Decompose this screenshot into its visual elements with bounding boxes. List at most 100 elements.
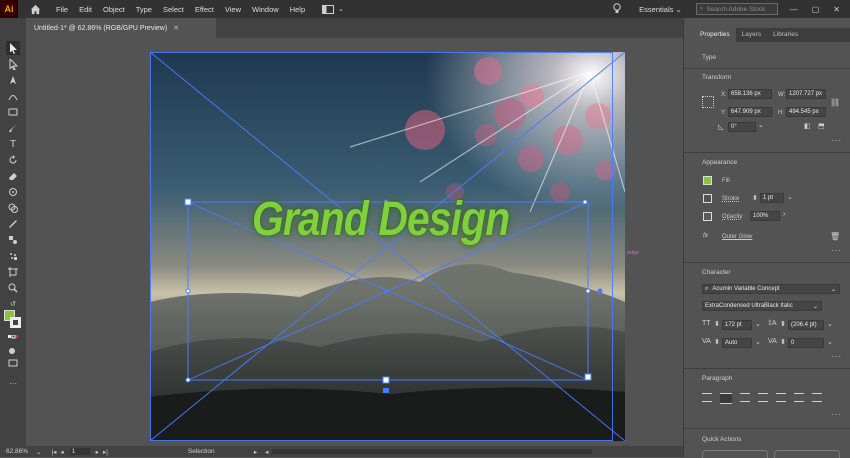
menu-window[interactable]: Window — [252, 5, 279, 14]
trash-icon[interactable]: 🗑 — [830, 232, 840, 241]
type-tool-icon[interactable]: T — [6, 137, 20, 151]
justify-right-icon[interactable] — [794, 393, 804, 402]
scroll-left-icon[interactable]: ◂ — [265, 448, 268, 456]
menu-object[interactable]: Object — [103, 5, 125, 14]
menu-edit[interactable]: Edit — [79, 5, 92, 14]
opacity-field[interactable]: 100% — [750, 211, 780, 221]
menu-type[interactable]: Type — [136, 5, 152, 14]
direct-selection-tool-icon[interactable] — [6, 57, 20, 71]
artboard-number[interactable]: 1 — [69, 448, 90, 455]
chevron-down-icon[interactable]: ⌄ — [758, 121, 764, 129]
kerning-field[interactable]: Auto — [722, 338, 752, 348]
stroke-color-swatch[interactable] — [703, 194, 712, 203]
menu-file[interactable]: File — [56, 5, 68, 14]
chevron-down-icon[interactable]: ⌄ — [755, 338, 761, 346]
next-artboard-icon[interactable]: ▸ — [96, 448, 99, 456]
align-center-icon[interactable] — [720, 393, 732, 404]
tracking-stepper-icon[interactable]: ⬍ — [780, 338, 786, 346]
menu-select[interactable]: Select — [163, 5, 184, 14]
stroke-stepper-icon[interactable]: ⬍ — [752, 194, 758, 202]
leading-field[interactable]: (206.4 pt) — [788, 320, 824, 330]
curvature-tool-icon[interactable] — [6, 89, 20, 103]
width-field[interactable]: 1207.727 px — [786, 89, 826, 99]
tab-libraries[interactable]: Libraries — [767, 28, 804, 42]
menu-effect[interactable]: Effect — [195, 5, 214, 14]
zoom-level[interactable]: 62.86% — [6, 448, 36, 455]
zoom-tool-icon[interactable] — [6, 281, 20, 295]
search-stock-field[interactable]: ⌕ Search Adobe Stock — [695, 3, 778, 15]
shape-builder-tool-icon[interactable] — [6, 201, 20, 215]
menu-view[interactable]: View — [225, 5, 241, 14]
prev-artboard-icon[interactable]: ◂ — [60, 448, 63, 456]
first-artboard-icon[interactable]: |◂ — [51, 448, 56, 456]
flip-vertical-icon[interactable]: ⬒ — [818, 122, 825, 130]
stroke-label[interactable]: Stroke — [722, 196, 739, 202]
chevron-down-icon[interactable]: ⌄ — [36, 448, 41, 456]
x-field[interactable]: 658.136 px — [728, 89, 772, 99]
chevron-down-icon[interactable]: ⌄ — [755, 320, 761, 328]
fill-color-swatch[interactable] — [703, 176, 712, 185]
swap-colors-icon[interactable]: ↺ — [6, 297, 20, 311]
height-field[interactable]: 494.545 px — [786, 107, 826, 117]
more-tools-icon[interactable]: ··· — [6, 376, 20, 390]
status-menu-icon[interactable]: ▸ — [254, 448, 257, 456]
lightbulb-icon[interactable] — [613, 2, 621, 16]
align-right-icon[interactable] — [740, 393, 750, 402]
justify-left-icon[interactable] — [758, 393, 768, 402]
workspace-switcher[interactable]: ⌄ — [322, 4, 344, 14]
horizontal-scrollbar[interactable] — [272, 449, 593, 454]
tracking-field[interactable]: 0 — [788, 338, 824, 348]
chevron-down-icon[interactable]: ⌄ — [787, 193, 793, 201]
justify-center-icon[interactable] — [776, 393, 786, 402]
font-size-stepper-icon[interactable]: ⬍ — [714, 320, 720, 328]
align-left-icon[interactable] — [702, 393, 712, 402]
stroke-swatch[interactable] — [10, 317, 21, 328]
artboard-tool-icon[interactable] — [6, 265, 20, 279]
tab-layers[interactable]: Layers — [736, 28, 768, 42]
rotate-angle-field[interactable]: 0° — [728, 122, 756, 132]
document-tab[interactable]: Untitled-1* @ 62.86% (RGB/GPU Preview) ✕ — [26, 18, 216, 38]
rotate-tool-icon[interactable] — [6, 153, 20, 167]
fill-stroke-swatches[interactable] — [3, 310, 23, 330]
more-options-icon[interactable]: ··· — [831, 246, 842, 255]
bottom-handle[interactable] — [383, 388, 389, 393]
maximize-icon[interactable]: ▢ — [812, 5, 820, 14]
text-threading-port[interactable] — [597, 288, 603, 294]
outer-glow-effect[interactable]: Outer Glow — [722, 234, 752, 240]
more-options-icon[interactable]: ··· — [831, 352, 842, 361]
symbol-sprayer-tool-icon[interactable] — [6, 249, 20, 263]
last-artboard-icon[interactable]: ▸| — [103, 448, 108, 456]
selection-tool-icon[interactable] — [6, 41, 20, 55]
font-style-select[interactable]: ExtraCondensed UltraBlack Italic ⌄ — [702, 301, 822, 311]
chevron-down-icon[interactable]: ⌄ — [827, 320, 833, 328]
stroke-weight-field[interactable]: 1 pt — [760, 193, 784, 203]
pen-tool-icon[interactable] — [6, 73, 20, 87]
chevron-right-icon[interactable]: › — [783, 211, 785, 218]
kerning-stepper-icon[interactable]: ⬍ — [714, 338, 720, 346]
close-icon[interactable]: ✕ — [833, 5, 840, 14]
font-size-field[interactable]: 172 pt — [722, 320, 752, 330]
more-options-icon[interactable]: ··· — [831, 136, 842, 145]
y-field[interactable]: 647.909 px — [728, 107, 772, 117]
constrain-proportions-icon[interactable]: ⛓ — [830, 98, 840, 107]
minimize-icon[interactable]: — — [790, 5, 798, 14]
chevron-down-icon[interactable]: ⌄ — [827, 338, 833, 346]
paintbrush-tool-icon[interactable] — [6, 121, 20, 135]
home-icon[interactable] — [28, 2, 42, 16]
artboard[interactable]: Grand Design — [150, 52, 625, 441]
rectangle-tool-icon[interactable] — [6, 105, 20, 119]
canvas-area[interactable]: Grand Design edge — [26, 38, 683, 446]
justify-all-icon[interactable] — [812, 393, 822, 402]
leading-stepper-icon[interactable]: ⬍ — [780, 320, 786, 328]
eyedropper-tool-icon[interactable] — [6, 217, 20, 231]
close-tab-icon[interactable]: ✕ — [173, 24, 179, 32]
warp-tool-icon[interactable] — [6, 185, 20, 199]
screen-mode-icon[interactable] — [6, 356, 20, 370]
workspace-essentials[interactable]: Essentials ⌄ — [639, 5, 682, 14]
flip-horizontal-icon[interactable]: ◧ — [804, 122, 811, 130]
headline-text[interactable]: Grand Design — [252, 192, 510, 247]
tab-properties[interactable]: Properties — [694, 28, 736, 42]
more-options-icon[interactable]: ··· — [831, 410, 842, 419]
reference-point-icon[interactable] — [702, 96, 714, 108]
font-family-select[interactable]: ⌕ Acumin Variable Concept ⌄ — [702, 284, 840, 294]
